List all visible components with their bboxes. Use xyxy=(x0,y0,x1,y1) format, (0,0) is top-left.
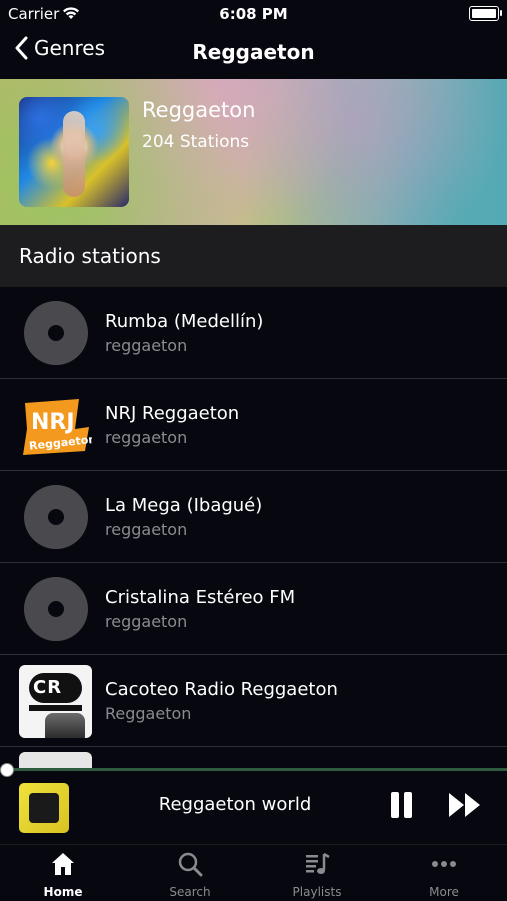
station-genre: Reggaeton xyxy=(105,704,192,723)
tab-home[interactable]: Home xyxy=(0,845,126,901)
tab-label: Playlists xyxy=(292,885,342,899)
station-row[interactable]: Cristalina Estéreo FM reggaeton xyxy=(0,563,507,655)
pause-button[interactable] xyxy=(390,792,414,818)
station-count: 204 Stations xyxy=(142,132,250,152)
playlists-icon xyxy=(306,852,330,874)
navigation-bar: Genres Reggaeton xyxy=(0,28,507,78)
station-list: Rumba (Medellín) reggaeton NRJ Reggaeton… xyxy=(0,287,507,747)
tab-label: Home xyxy=(43,885,83,899)
genre-name: Reggaeton xyxy=(142,98,256,122)
clock: 6:08 PM xyxy=(219,5,288,23)
tab-playlists[interactable]: Playlists xyxy=(254,845,380,901)
station-row[interactable]: La Mega (Ibagué) reggaeton xyxy=(0,471,507,563)
progress-bar[interactable] xyxy=(0,763,507,777)
tab-bar: Home Search Playlists More xyxy=(0,844,507,901)
disc-placeholder-icon xyxy=(19,481,92,554)
station-name: Rumba (Medellín) xyxy=(105,311,264,332)
station-name: NRJ Reggaeton xyxy=(105,403,240,424)
mini-player[interactable]: Reggaeton world xyxy=(0,763,507,844)
cr-logo-text: CR xyxy=(33,677,63,698)
section-title: Radio stations xyxy=(19,244,161,268)
nrj-logo: NRJ Reggaeton xyxy=(19,389,92,462)
disc-placeholder-icon xyxy=(19,573,92,646)
tab-search[interactable]: Search xyxy=(127,845,253,901)
station-genre: reggaeton xyxy=(105,336,188,355)
station-row[interactable]: Rumba (Medellín) reggaeton xyxy=(0,287,507,379)
section-header: Radio stations xyxy=(0,225,507,287)
station-name: Cristalina Estéreo FM xyxy=(105,587,296,608)
station-row[interactable]: CR Cacoteo Radio Reggaeton Reggaeton xyxy=(0,655,507,747)
progress-knob[interactable] xyxy=(0,763,14,777)
genre-artwork xyxy=(19,97,129,207)
status-bar: Carrier 6:08 PM xyxy=(0,0,507,28)
page-title: Reggaeton xyxy=(192,40,315,64)
fast-forward-button[interactable] xyxy=(448,792,482,818)
station-genre: reggaeton xyxy=(105,428,188,447)
station-name: Cacoteo Radio Reggaeton xyxy=(105,679,338,700)
tab-label: More xyxy=(429,885,459,899)
tab-more[interactable]: More xyxy=(381,845,507,901)
battery-icon xyxy=(469,6,499,21)
cr-logo: CR xyxy=(19,665,92,738)
station-genre: reggaeton xyxy=(105,612,188,631)
station-genre: reggaeton xyxy=(105,520,188,539)
more-icon xyxy=(432,861,456,867)
search-icon xyxy=(178,852,203,877)
home-icon xyxy=(52,853,74,875)
nrj-logo-text: NRJ xyxy=(31,410,75,435)
station-row[interactable]: NRJ Reggaeton NRJ Reggaeton reggaeton xyxy=(0,379,507,471)
tab-label: Search xyxy=(169,885,211,899)
station-name: La Mega (Ibagué) xyxy=(105,495,263,516)
disc-placeholder-icon xyxy=(19,297,92,370)
genre-header: Reggaeton 204 Stations xyxy=(0,79,507,225)
